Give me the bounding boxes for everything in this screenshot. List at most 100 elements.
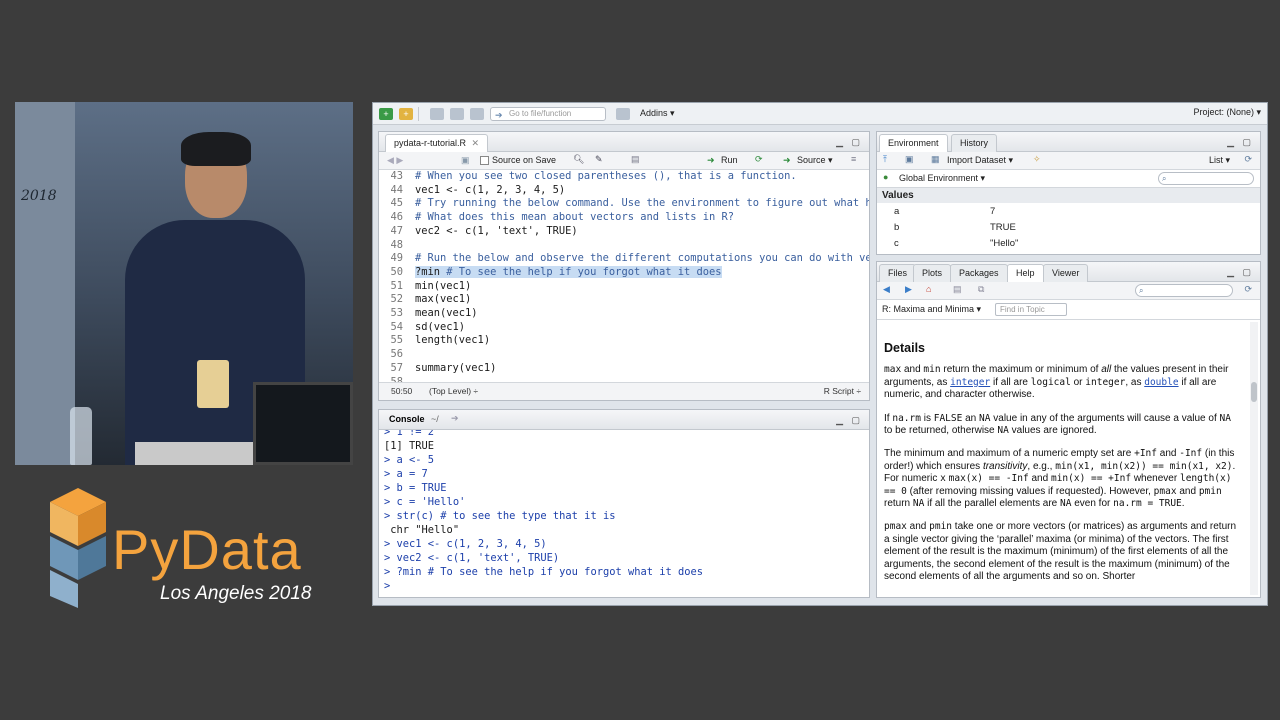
tab-packages[interactable]: Packages [950, 264, 1008, 282]
tab-help[interactable]: Help [1007, 264, 1044, 282]
code-area[interactable]: 43 # When you see two closed parentheses … [379, 170, 869, 382]
find-in-topic-input[interactable]: Find in Topic [995, 303, 1067, 316]
save-icon[interactable] [430, 107, 444, 120]
help-popout-icon[interactable]: ⧉ [978, 284, 984, 295]
env-window-buttons[interactable]: ▁ ▢ [1227, 137, 1254, 148]
outline-icon[interactable]: ≡ [851, 154, 856, 164]
search-icon[interactable]: 🔍︎ [573, 154, 584, 165]
help-print-icon[interactable]: ▤ [953, 284, 962, 295]
code-line[interactable]: 52 max(vec1) [379, 293, 869, 307]
scope-selector[interactable]: (Top Level) ÷ [429, 386, 478, 396]
environment-search-input[interactable]: ⌕ [1158, 172, 1254, 185]
double-link[interactable]: double [1144, 377, 1178, 388]
speaker-video: 2018 [15, 102, 353, 465]
close-tab-icon[interactable]: ✕ [472, 138, 480, 148]
magic-wand-icon[interactable]: ✎ [595, 154, 603, 165]
rerun-icon[interactable]: ⟳ [755, 154, 763, 165]
refresh-icon[interactable]: ⟳ [1244, 154, 1252, 165]
goto-file-input[interactable]: ➔ Go to file/function [490, 106, 606, 121]
import-dataset-icon[interactable]: ▦ [931, 154, 940, 165]
list-view-button[interactable]: List ▾ [1209, 155, 1230, 166]
tab-history[interactable]: History [951, 134, 998, 152]
help-toolbar: ◀ ▶ ⌂ ▤ ⧉ ⌕ ⟳ [877, 282, 1260, 300]
help-paragraph: The minimum and maximum of a numeric emp… [884, 448, 1241, 510]
help-text: and [906, 521, 930, 533]
code-example: min(x1, min(x2)) == min(x1, x2) [1055, 460, 1233, 472]
code-line[interactable]: 53 mean(vec1) [379, 307, 869, 321]
code-line[interactable]: 56 [379, 348, 869, 362]
code-line[interactable]: 47 vec2 <- c(1, 'text', TRUE) [379, 225, 869, 239]
goto-dir-icon[interactable]: ➔ [451, 413, 459, 424]
help-search-input[interactable]: ⌕ [1135, 284, 1233, 297]
tab-files[interactable]: Files [879, 264, 917, 282]
code-line[interactable]: 48 [379, 239, 869, 253]
code-line[interactable]: 55 length(vec1) [379, 334, 869, 348]
grid-layout-icon[interactable] [616, 107, 630, 120]
code-line[interactable]: 45 # Try running the below command. Use t… [379, 197, 869, 211]
language-selector[interactable]: R Script ÷ [824, 386, 861, 396]
project-menu[interactable]: Project: (None) ▾ [1193, 107, 1261, 118]
help-topic-dropdown[interactable]: R: Maxima and Minima ▾ [882, 304, 981, 315]
code-text: # Run the below and observe the differen… [415, 252, 869, 265]
console-line: > ?min # To see the help if you forgot w… [384, 566, 704, 578]
tab-pydata-r-tutorial[interactable]: pydata-r-tutorial.R ✕ [385, 134, 489, 152]
tab-viewer[interactable]: Viewer [1043, 264, 1089, 282]
run-arrow-icon[interactable]: ➜ [707, 155, 715, 166]
env-row[interactable]: b TRUE [877, 220, 1260, 236]
console-output[interactable]: > 1 != 2 [1] TRUE > a <- 5 > a = 7 > b = TRU… [379, 430, 869, 597]
tab-plots[interactable]: Plots [913, 264, 952, 282]
save-all-icon[interactable] [450, 107, 464, 120]
import-dataset-button[interactable]: Import Dataset ▾ [947, 155, 1013, 166]
scope-dropdown[interactable]: Global Environment ▾ [899, 173, 985, 184]
help-text: value in any of the arguments will cause… [990, 412, 1220, 424]
code-text: length(vec1) [415, 334, 491, 347]
source-button[interactable]: Source ▾ [797, 155, 833, 166]
run-button[interactable]: Run [721, 155, 738, 165]
code-line[interactable]: 43 # When you see two closed parentheses … [379, 170, 869, 184]
env-row[interactable]: a 7 [877, 204, 1260, 220]
save-source-icon[interactable]: ▣ [461, 155, 470, 166]
editor-window-buttons[interactable]: ▁ ▢ [836, 137, 863, 148]
help-refresh-icon[interactable]: ⟳ [1244, 284, 1252, 295]
goto-placeholder: Go to file/function [509, 108, 572, 118]
open-project-icon[interactable]: + [399, 107, 413, 120]
help-home-icon[interactable]: ⌂ [926, 284, 931, 294]
integer-link[interactable]: integer [950, 377, 990, 388]
code-line[interactable]: 51 min(vec1) [379, 280, 869, 294]
env-search-icon: ⌕ [1162, 174, 1167, 183]
help-text: to be returned, otherwise [884, 425, 998, 437]
code-line[interactable]: 54 sd(vec1) [379, 321, 869, 335]
back-arrow-icon[interactable]: ◀ ▶ [387, 155, 403, 166]
new-file-icon[interactable]: + [379, 107, 393, 120]
console-line: > a <- 5 [384, 454, 435, 466]
clear-broom-icon[interactable]: ✧ [1033, 154, 1041, 165]
addins-menu[interactable]: Addins ▾ [640, 108, 675, 119]
load-workspace-icon[interactable]: ⤒ [883, 154, 887, 165]
code-line[interactable]: 50 ?min # To see the help if you forgot w… [379, 265, 869, 280]
print-icon[interactable] [470, 107, 484, 120]
compile-report-icon[interactable]: ▤ [631, 154, 640, 165]
line-number: 47 [390, 224, 403, 237]
console-title[interactable]: Console [389, 414, 425, 424]
pydata-wordmark: PyData [112, 518, 302, 581]
save-workspace-icon[interactable]: ▣ [905, 154, 914, 165]
scrollbar-thumb[interactable] [1251, 382, 1257, 402]
env-row[interactable]: c "Hello" [877, 236, 1260, 252]
source-on-save-checkbox[interactable] [480, 156, 489, 165]
help-scrollbar[interactable] [1250, 322, 1258, 595]
tab-environment[interactable]: Environment [879, 134, 948, 152]
source-arrow-icon[interactable]: ➜ [783, 155, 791, 166]
code-line[interactable]: 49 # Run the below and observe the differ… [379, 252, 869, 266]
cursor-position: 50:50 [391, 386, 413, 396]
speaker-badge [197, 360, 229, 408]
help-window-buttons[interactable]: ▁ ▢ [1227, 267, 1254, 278]
console-window-buttons[interactable]: ▁ ▢ [836, 415, 863, 426]
goto-icon: ➔ [495, 109, 503, 120]
line-number: 46 [390, 211, 403, 224]
code-line[interactable]: 46 # What does this mean about vectors an… [379, 211, 869, 225]
source-on-save-label[interactable]: Source on Save [492, 155, 556, 165]
help-back-icon[interactable]: ◀ [883, 284, 890, 295]
code-line[interactable]: 57 summary(vec1) [379, 362, 869, 376]
help-forward-icon[interactable]: ▶ [905, 284, 912, 295]
code-line[interactable]: 44 vec1 <- c(1, 2, 3, 4, 5) [379, 184, 869, 198]
